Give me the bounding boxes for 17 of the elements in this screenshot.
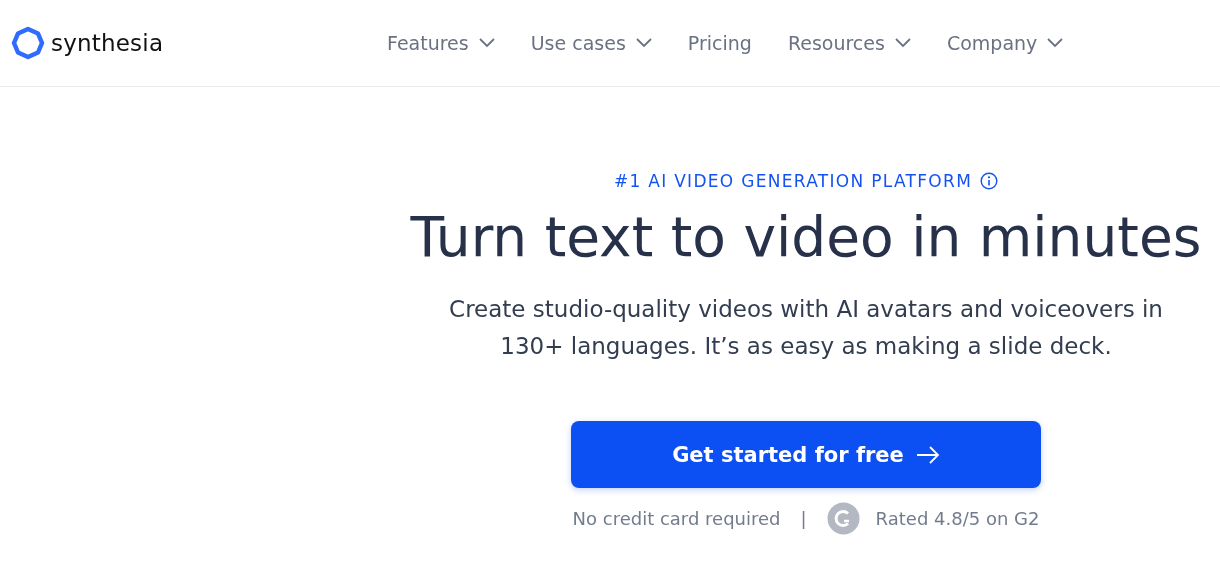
nav-link[interactable]: Resources	[787, 32, 911, 54]
brand-name[interactable]: synthesia	[51, 30, 164, 56]
hero-subtitle: Create studio-quality videos with AI avatars and voiceovers in 130+ languages. It’s as easy as making a slide deck.	[448, 295, 1164, 361]
hero-title: Turn text to video in minutes	[410, 205, 1202, 269]
nav-link[interactable]: Features	[387, 32, 495, 54]
rating-badge-icon	[826, 502, 860, 535]
eyebrow-label: #1 AI VIDEO GENERATION PLATFORM	[613, 171, 973, 191]
nav-link[interactable]: Use cases	[530, 32, 652, 54]
arrow-right-icon	[915, 445, 940, 464]
separator: |	[800, 508, 807, 529]
logo-icon	[11, 26, 45, 60]
get-started-button[interactable]: Get started for free	[571, 421, 1041, 488]
nav-link[interactable]: Company	[946, 32, 1064, 54]
no-credit-card-note: No credit card required	[572, 508, 781, 529]
nav-link[interactable]: Pricing	[687, 32, 752, 54]
info-icon[interactable]	[980, 172, 999, 190]
rating-text: Rated 4.8/5 on G2	[875, 508, 1040, 529]
